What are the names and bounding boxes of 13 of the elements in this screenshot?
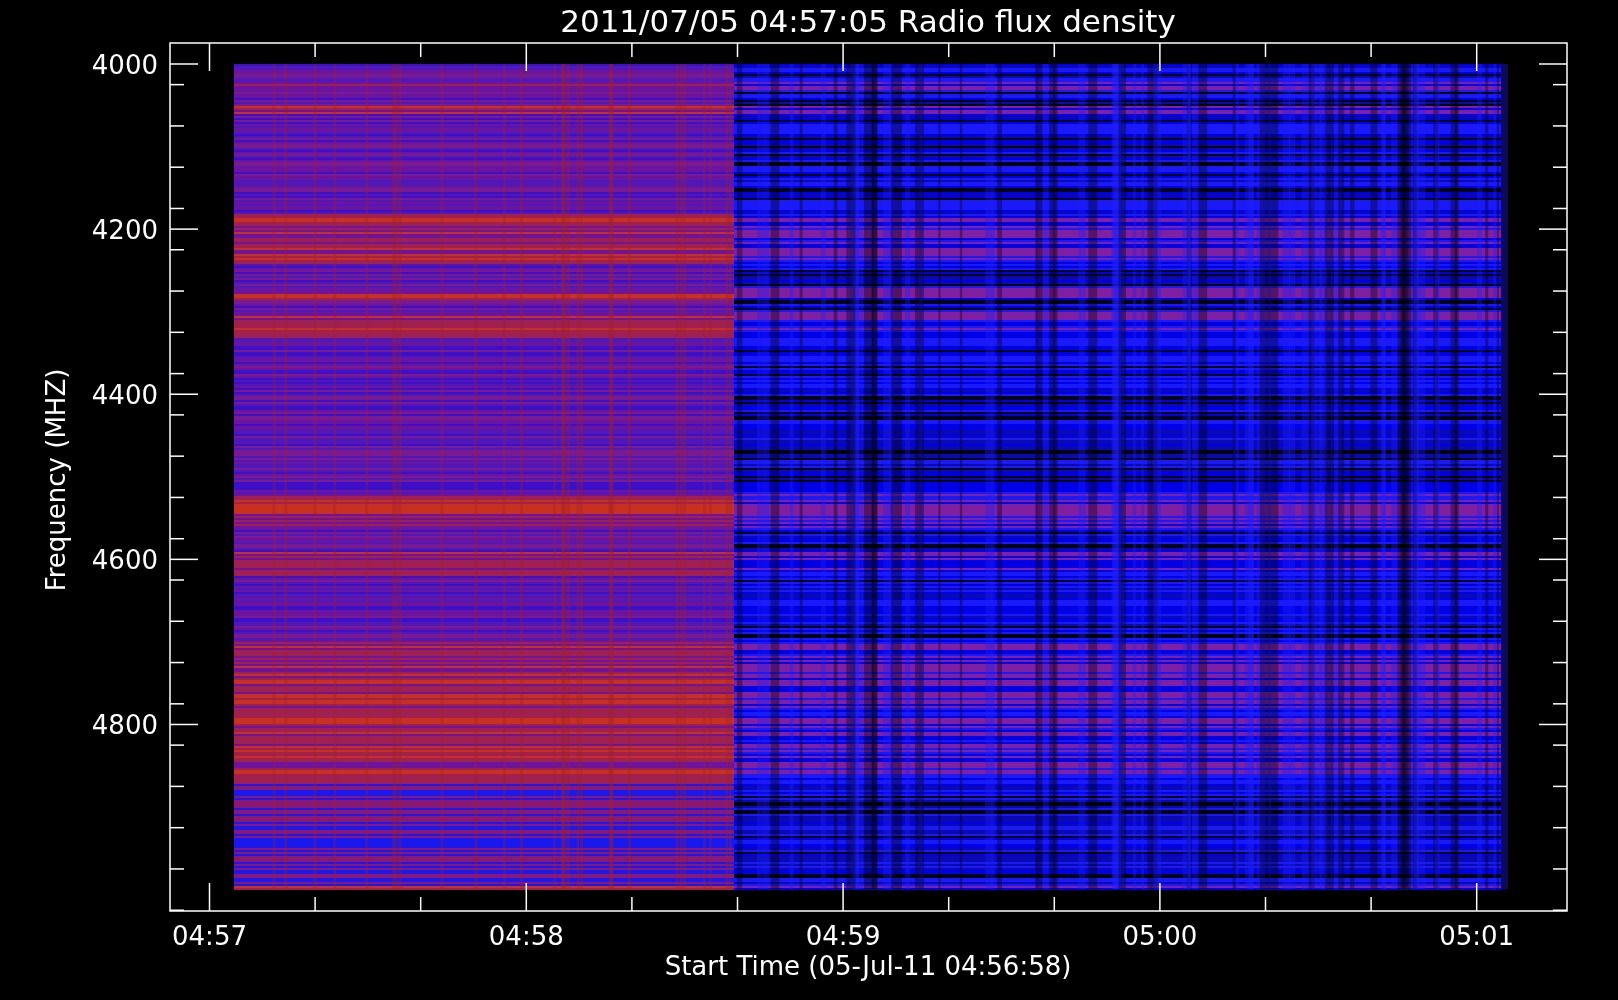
- x-tick-label: 05:00: [1122, 921, 1198, 951]
- x-axis-label: Start Time (05-Jul-11 04:56:58): [664, 951, 1072, 981]
- y-tick-label: 4800: [91, 710, 158, 741]
- x-tick-label: 04:57: [172, 921, 247, 951]
- y-axis-label: Frequency (MHZ): [41, 368, 71, 592]
- x-tick-label: 05:01: [1439, 921, 1515, 951]
- y-tick-label: 4200: [91, 215, 158, 246]
- x-tick-label: 04:59: [805, 921, 881, 951]
- chart-title: 2011/07/05 04:57:05 Radio flux density: [560, 3, 1176, 39]
- y-tick-label: 4600: [91, 545, 158, 576]
- y-tick-label: 4000: [91, 50, 158, 80]
- y-tick-label: 4400: [91, 380, 158, 411]
- x-tick-label: 04:58: [488, 921, 564, 951]
